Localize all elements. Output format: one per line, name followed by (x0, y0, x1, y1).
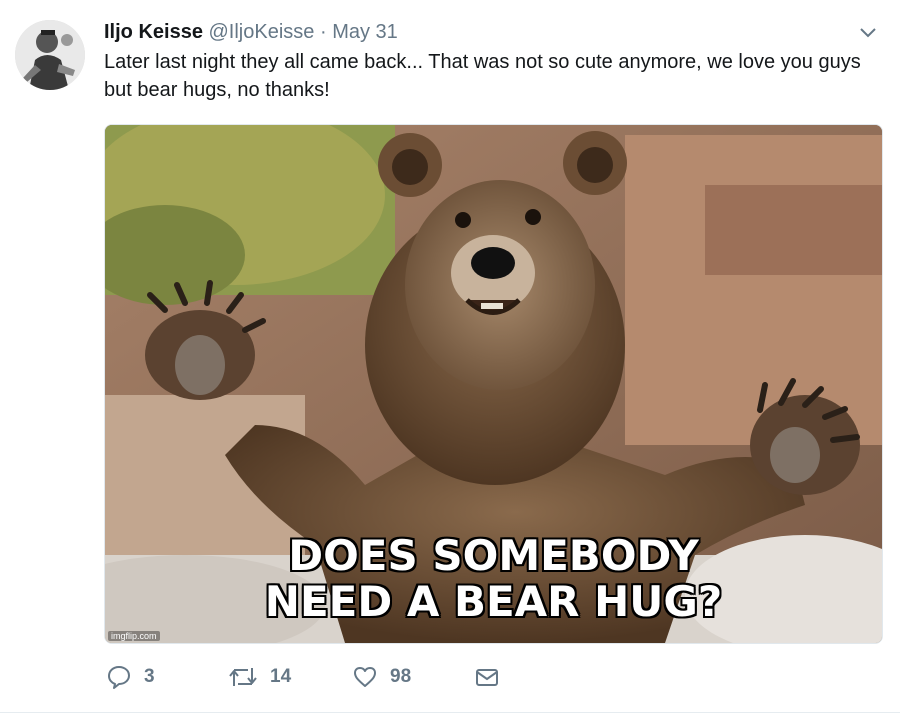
tweet-actions: 3 14 98 (106, 662, 706, 692)
direct-message-button[interactable] (474, 662, 500, 692)
reply-count: 3 (144, 666, 155, 687)
meme-caption-line2: NEED A BEAR HUG? (264, 577, 723, 626)
separator-dot: · (319, 21, 327, 43)
reply-button[interactable]: 3 (106, 662, 155, 692)
retweet-icon (228, 664, 258, 690)
reply-icon (106, 664, 132, 690)
retweet-button[interactable]: 14 (228, 662, 291, 692)
tweet-divider (0, 712, 900, 713)
avatar[interactable] (15, 20, 85, 90)
author-handle[interactable]: @IljoKeisse (209, 21, 315, 43)
imgflip-watermark: imgflip.com (108, 631, 160, 641)
tweet-text: Later last night they all came back... T… (104, 51, 861, 101)
like-icon (352, 664, 378, 690)
retweet-count: 14 (270, 666, 292, 687)
tweet: Iljo Keisse @IljoKeisse · May 31 Later l… (0, 0, 900, 716)
tweet-date[interactable]: May 31 (332, 21, 398, 43)
tweet-image[interactable]: DOES SOMEBODY NEED A BEAR HUG? imgflip.c… (104, 124, 883, 644)
like-button[interactable]: 98 (352, 662, 411, 692)
meme-caption-line1: DOES SOMEBODY (288, 531, 699, 580)
message-icon (474, 664, 500, 690)
author-name[interactable]: Iljo Keisse (104, 21, 203, 43)
tweet-header: Iljo Keisse @IljoKeisse · May 31 (104, 19, 398, 45)
chevron-down-icon[interactable] (858, 22, 878, 42)
like-count: 98 (390, 666, 412, 687)
